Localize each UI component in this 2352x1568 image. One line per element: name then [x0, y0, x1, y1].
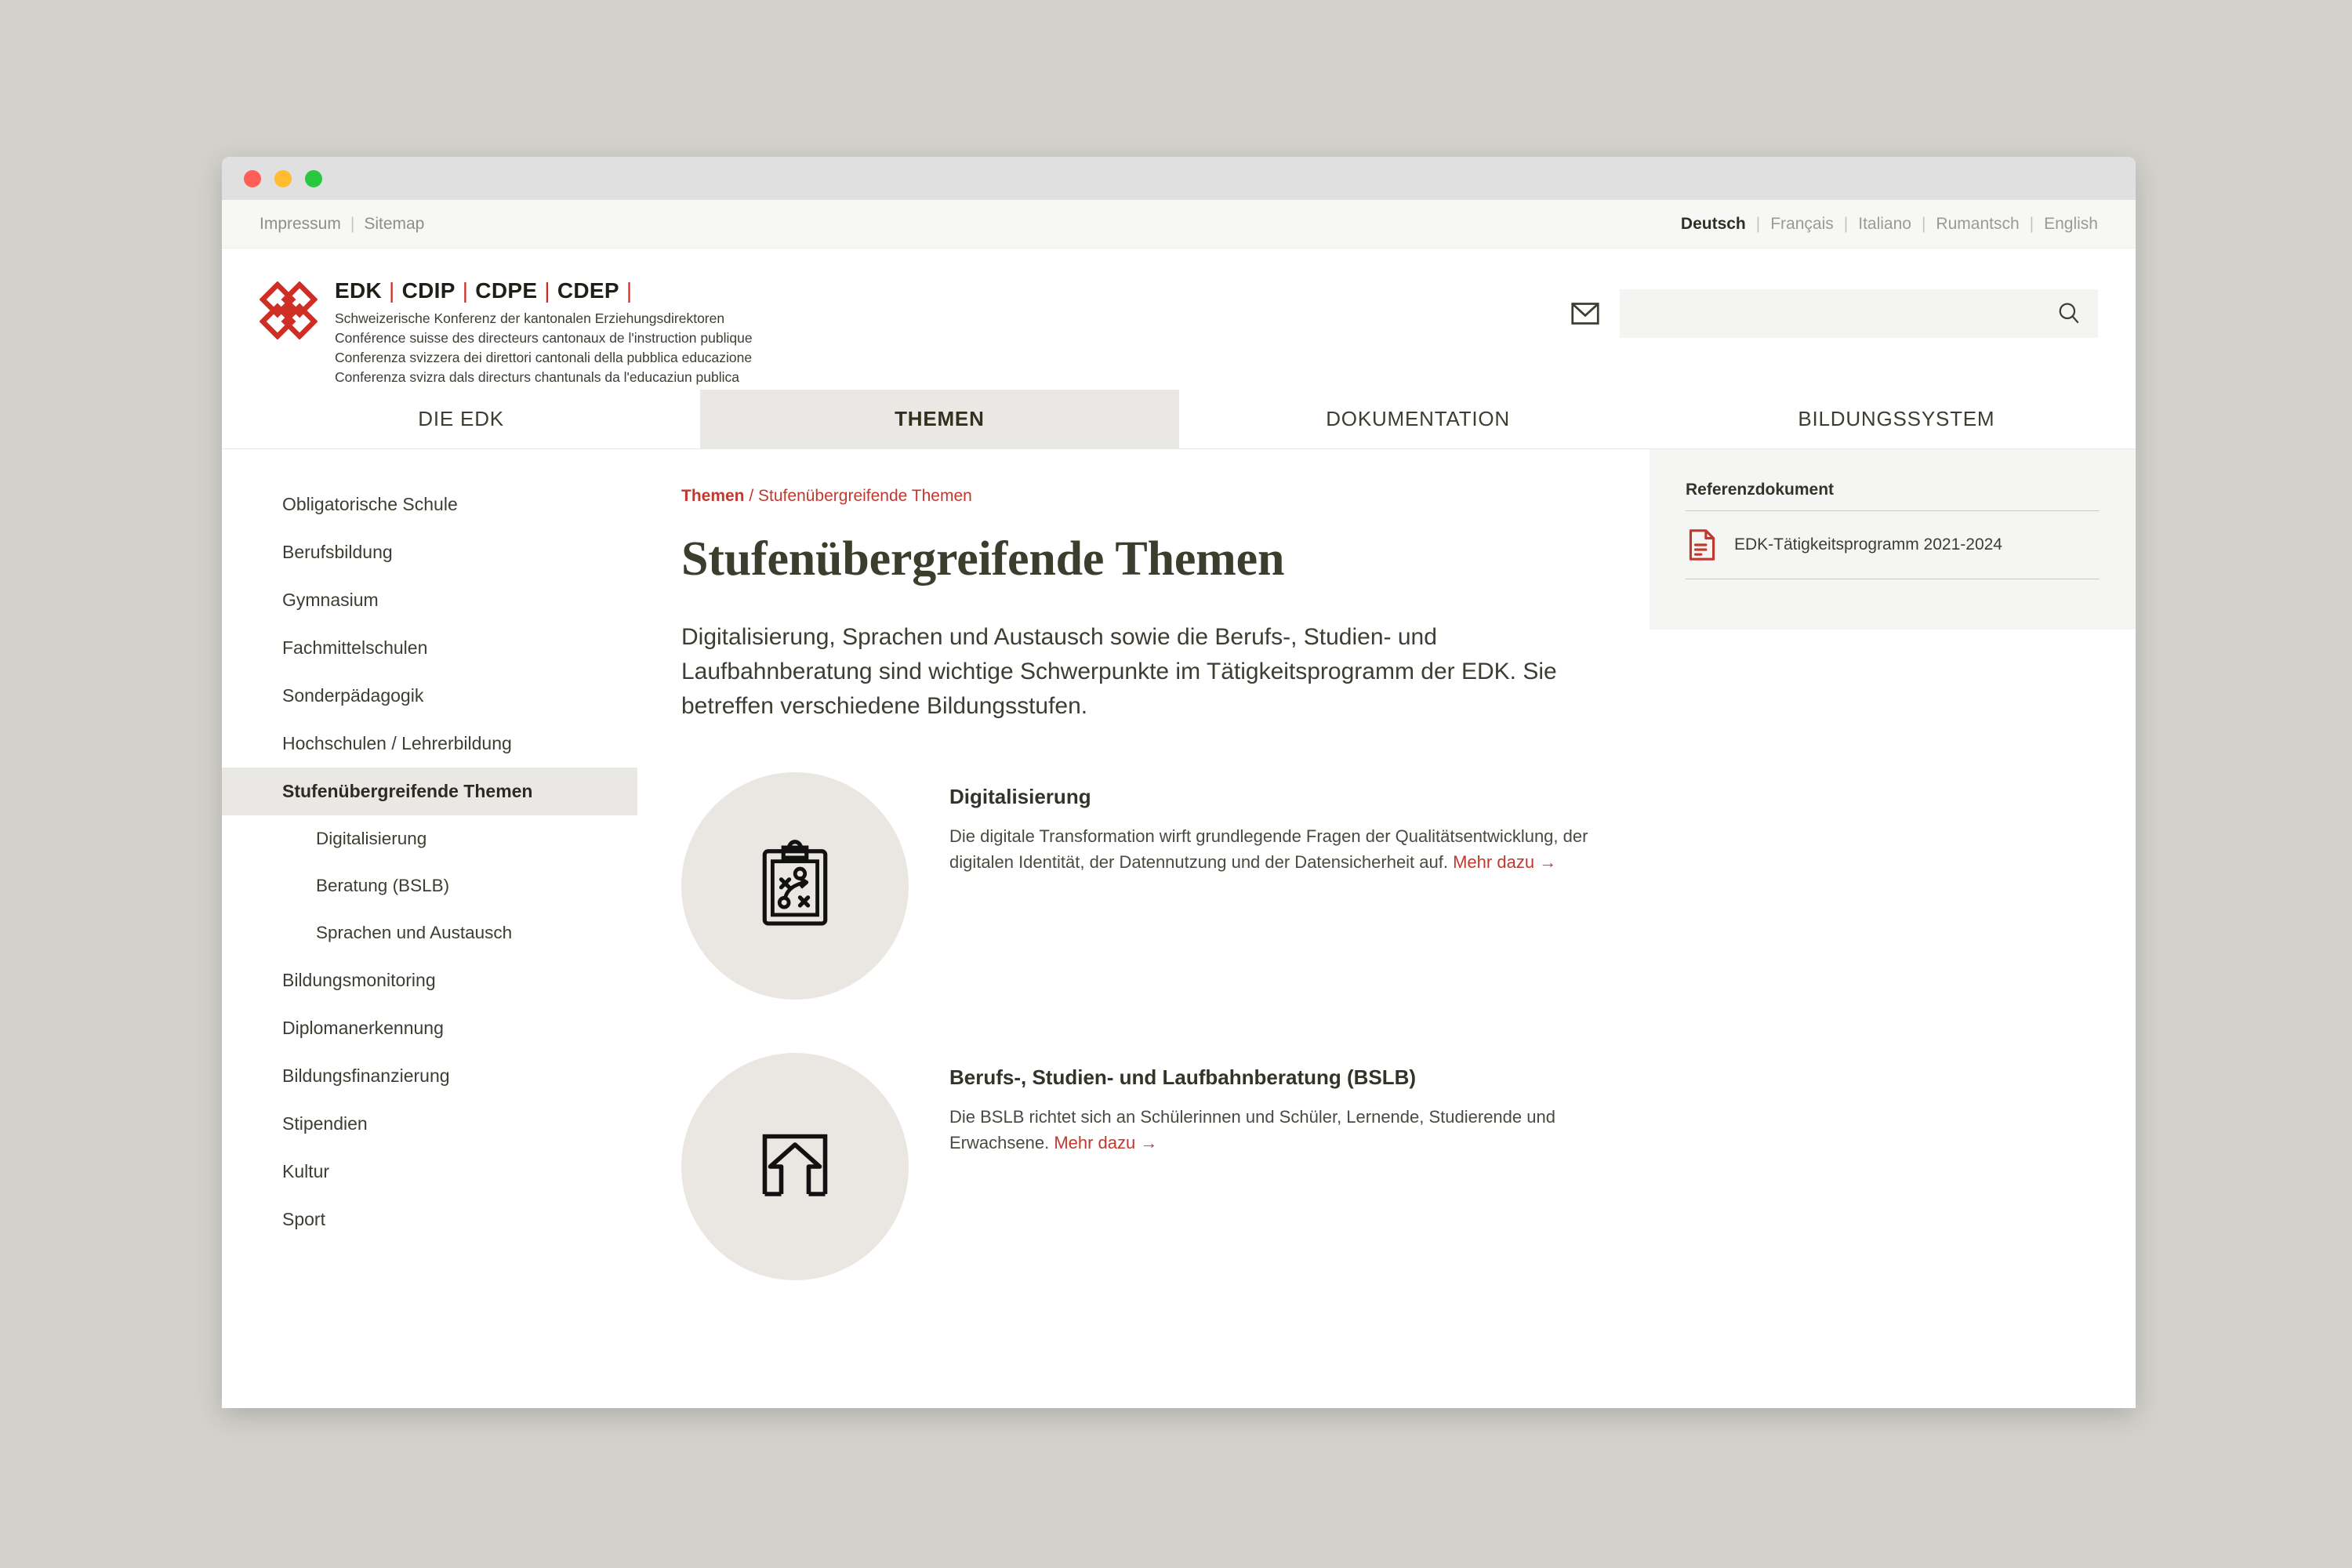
window-title-bar [222, 157, 2136, 200]
breadcrumb-parent[interactable]: Themen [681, 487, 745, 505]
more-link-label: Mehr dazu [1054, 1133, 1136, 1153]
reference-document-panel: Referenzdokument EDK-Tätigkeitsprogramm … [1650, 449, 2136, 630]
acronym-cdip: CDIP [401, 278, 456, 303]
edk-logo-icon [260, 281, 318, 339]
site-brand[interactable]: EDK | CDIP | CDPE | CDEP | Schweizerisch… [260, 278, 753, 387]
acronym-bar-3: | [544, 278, 550, 303]
acronym-bar-4: | [626, 278, 633, 303]
topic-description-text: Die BSLB richtet sich an Schülerinnen un… [949, 1107, 1555, 1153]
right-rail: Referenzdokument EDK-Tätigkeitsprogramm … [1650, 449, 2136, 1408]
content-area: Obligatorische Schule Berufsbildung Gymn… [222, 449, 2136, 1408]
org-name-it: Conferenza svizzera dei direttori canton… [335, 350, 753, 366]
org-name-fr: Conférence suisse des directeurs cantona… [335, 330, 753, 347]
lang-english[interactable]: English [2044, 215, 2098, 234]
topic-body: Digitalisierung Die digitale Transformat… [949, 772, 1602, 875]
sidebar-navigation: Obligatorische Schule Berufsbildung Gymn… [222, 449, 637, 1408]
search-box[interactable] [1620, 289, 2098, 338]
sidebar-item-obligatorische-schule[interactable]: Obligatorische Schule [222, 481, 637, 528]
utility-separator: | [350, 214, 355, 233]
topic-icon-circle [681, 772, 909, 1000]
sidebar-item-gymnasium[interactable]: Gymnasium [222, 576, 637, 624]
topic-description: Die digitale Transformation wirft grundl… [949, 823, 1602, 875]
reference-document-link[interactable]: EDK-Tätigkeitsprogramm 2021-2024 [1686, 511, 2100, 579]
acronym-edk: EDK [335, 278, 383, 303]
more-link[interactable]: Mehr dazu → [1054, 1133, 1157, 1152]
reference-document-label: EDK-Tätigkeitsprogramm 2021-2024 [1734, 535, 2002, 554]
envelope-icon[interactable] [1570, 298, 1601, 329]
search-input[interactable] [1637, 304, 2056, 323]
sidebar-item-berufsbildung[interactable]: Berufsbildung [222, 528, 637, 576]
pdf-document-icon [1689, 529, 1715, 561]
utility-bar: Impressum | Sitemap Deutsch | Français |… [222, 200, 2136, 249]
minimize-window-button[interactable] [274, 169, 292, 187]
header-tools [1570, 289, 2098, 338]
topic-body: Berufs-, Studien- und Laufbahnberatung (… [949, 1053, 1602, 1156]
sidebar-item-kultur[interactable]: Kultur [222, 1148, 637, 1196]
tab-themen[interactable]: THEMEN [700, 390, 1179, 448]
page-title: Stufenübergreifende Themen [681, 532, 1285, 586]
topic-description: Die BSLB richtet sich an Schülerinnen un… [949, 1104, 1602, 1156]
organization-names: Schweizerische Konferenz der kantonalen … [335, 309, 753, 387]
breadcrumb-separator: / [744, 487, 759, 505]
org-name-rm: Conferenza svizra dals directurs chantun… [335, 369, 739, 386]
sidebar-item-sprachen-und-austausch[interactable]: Sprachen und Austausch [222, 909, 637, 956]
lang-separator-3: | [1921, 214, 1926, 233]
lang-rumantsch[interactable]: Rumantsch [1936, 215, 2019, 234]
sidebar-item-hochschulen-lehrerbildung[interactable]: Hochschulen / Lehrerbildung [222, 720, 637, 768]
maximize-window-button[interactable] [305, 169, 322, 187]
sidebar-item-beratung-bslb[interactable]: Beratung (BSLB) [222, 862, 637, 909]
link-sitemap[interactable]: Sitemap [364, 215, 424, 234]
lang-separator-2: | [1843, 214, 1849, 233]
acronym-cdep: CDEP [557, 278, 619, 303]
acronym-cdpe: CDPE [475, 278, 538, 303]
main-navigation: DIE EDK THEMEN DOKUMENTATION BILDUNGSSYS… [222, 390, 2136, 449]
brand-acronyms: EDK | CDIP | CDPE | CDEP | [335, 278, 753, 303]
lang-francais[interactable]: Français [1770, 215, 1834, 234]
sidebar-item-stufenuebergreifende-themen[interactable]: Stufenübergreifende Themen [222, 768, 637, 815]
lang-deutsch[interactable]: Deutsch [1681, 215, 1746, 234]
browser-window: Impressum | Sitemap Deutsch | Français |… [222, 157, 2136, 1408]
sidebar-item-stipendien[interactable]: Stipendien [222, 1100, 637, 1148]
sidebar-item-sonderpaedagogik[interactable]: Sonderpädagogik [222, 672, 637, 720]
sidebar-item-bildungsmonitoring[interactable]: Bildungsmonitoring [222, 956, 637, 1004]
more-link[interactable]: Mehr dazu → [1453, 852, 1556, 872]
lang-separator-1: | [1755, 214, 1761, 233]
arrow-right-icon: → [1539, 852, 1557, 873]
breadcrumb: Themen / Stufenübergreifende Themen [681, 487, 1602, 506]
sidebar-item-diplomanerkennung[interactable]: Diplomanerkennung [222, 1004, 637, 1052]
search-icon[interactable] [2056, 300, 2082, 327]
sidebar-item-sport[interactable]: Sport [222, 1196, 637, 1243]
sidebar-item-digitalisierung[interactable]: Digitalisierung [222, 815, 637, 862]
breadcrumb-current: Stufenübergreifende Themen [758, 487, 972, 505]
lang-separator-4: | [2029, 214, 2034, 233]
sidebar-item-fachmittelschulen[interactable]: Fachmittelschulen [222, 624, 637, 672]
topic-icon-circle [681, 1053, 909, 1281]
main-content: Themen / Stufenübergreifende Themen Stuf… [637, 449, 1650, 1408]
lang-italiano[interactable]: Italiano [1858, 215, 1911, 234]
topic-title: Berufs-, Studien- und Laufbahnberatung (… [949, 1065, 1417, 1090]
topic-row: Digitalisierung Die digitale Transformat… [681, 772, 1602, 1000]
tab-dokumentation[interactable]: DOKUMENTATION [1178, 390, 1657, 448]
acronym-bar-1: | [389, 278, 395, 303]
sidebar-item-bildungsfinanzierung[interactable]: Bildungsfinanzierung [222, 1052, 637, 1100]
utility-links: Impressum | Sitemap [260, 215, 424, 234]
intro-paragraph: Digitalisierung, Sprachen und Austausch … [681, 624, 1557, 720]
link-impressum[interactable]: Impressum [260, 215, 341, 234]
more-link-label: Mehr dazu [1453, 852, 1535, 873]
reference-panel-title: Referenzdokument [1686, 481, 1835, 499]
arrow-right-icon: → [1140, 1133, 1158, 1153]
site-masthead: EDK | CDIP | CDPE | CDEP | Schweizerisch… [222, 249, 2136, 390]
topic-row: Berufs-, Studien- und Laufbahnberatung (… [681, 1053, 1602, 1281]
close-window-button[interactable] [244, 169, 261, 187]
acronym-bar-2: | [462, 278, 469, 303]
tab-die-edk[interactable]: DIE EDK [222, 390, 701, 448]
language-switcher: Deutsch | Français | Italiano | Rumantsc… [1681, 215, 2098, 234]
org-name-de: Schweizerische Konferenz der kantonalen … [335, 310, 725, 326]
arrow-up-in-square-icon [762, 1134, 828, 1197]
tab-bildungssystem[interactable]: BILDUNGSSYSTEM [1657, 390, 2136, 448]
topic-title: Digitalisierung [949, 785, 1091, 809]
clipboard-strategy-icon [762, 840, 828, 926]
